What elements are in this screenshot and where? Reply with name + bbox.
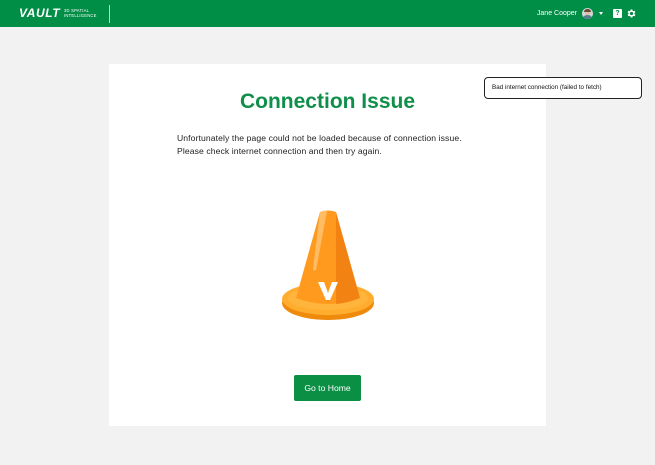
user-name[interactable]: Jane Cooper	[537, 9, 577, 18]
go-to-home-button[interactable]: Go to Home	[294, 375, 361, 401]
error-message: Unfortunately the page could not be load…	[177, 132, 507, 158]
avatar-hair	[584, 9, 591, 12]
header-divider	[109, 5, 110, 23]
vault-logo[interactable]: VAULT	[19, 7, 60, 20]
gear-icon[interactable]	[626, 8, 637, 19]
logo-tagline: 3D SPATIAL INTELLIGENCE	[64, 8, 104, 18]
error-message-line2: Please check internet connection and the…	[177, 146, 382, 156]
error-card: Connection Issue Unfortunately the page …	[109, 64, 546, 426]
top-bar: VAULT 3D SPATIAL INTELLIGENCE Jane Coope…	[0, 0, 655, 27]
help-icon[interactable]: ?	[613, 9, 622, 18]
logo-tagline-line2: INTELLIGENCE	[64, 13, 97, 18]
error-toast: Bad internet connection (failed to fetch…	[484, 77, 642, 99]
page-title: Connection Issue	[239, 90, 416, 113]
avatar[interactable]	[582, 8, 593, 19]
traffic-cone-icon: V	[282, 210, 374, 320]
avatar-body	[583, 15, 592, 19]
error-message-line1: Unfortunately the page could not be load…	[177, 133, 462, 143]
chevron-down-icon[interactable]	[599, 12, 603, 15]
